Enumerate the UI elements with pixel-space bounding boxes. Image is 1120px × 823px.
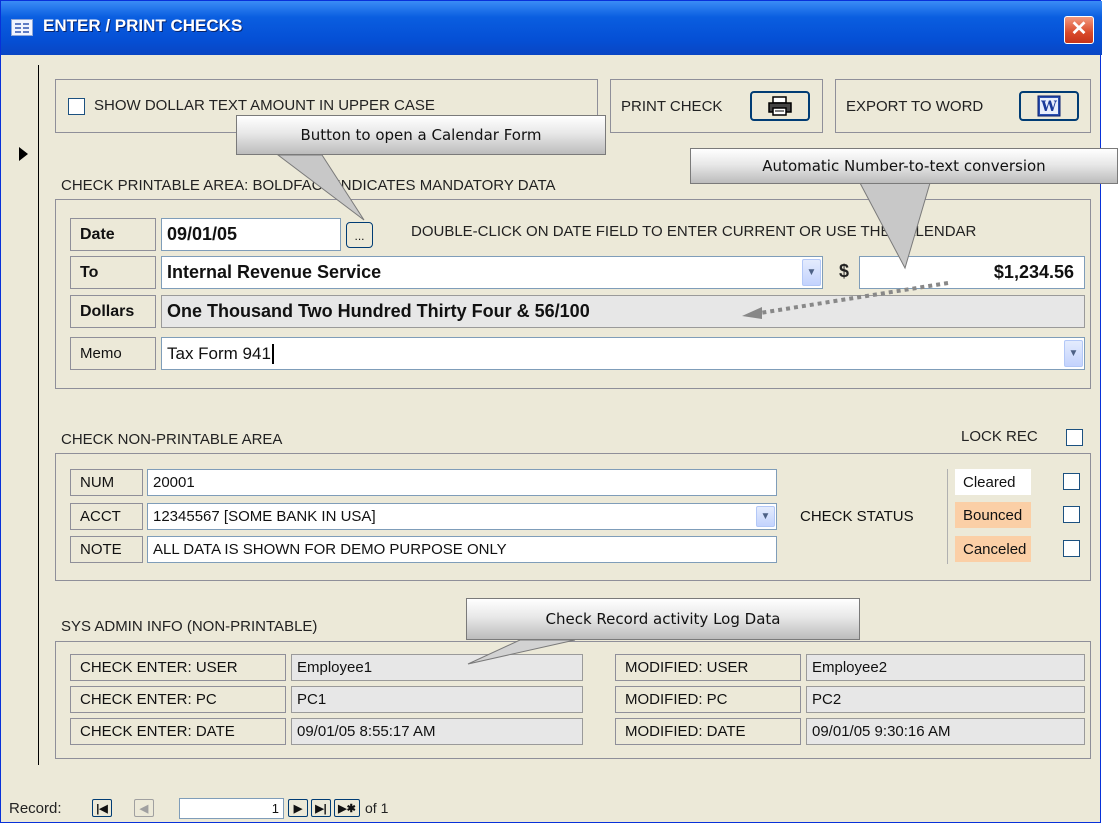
conversion-callout: Automatic Number-to-text conversion [690, 148, 1118, 184]
conversion-callout-pointer [859, 182, 931, 270]
log-callout: Check Record activity Log Data [466, 598, 860, 640]
log-callout-pointer [467, 639, 576, 665]
conversion-dotted-line [759, 281, 949, 315]
conversion-arrowhead [742, 307, 762, 319]
calendar-callout: Button to open a Calendar Form [236, 115, 606, 155]
calendar-callout-pointer [276, 154, 365, 221]
